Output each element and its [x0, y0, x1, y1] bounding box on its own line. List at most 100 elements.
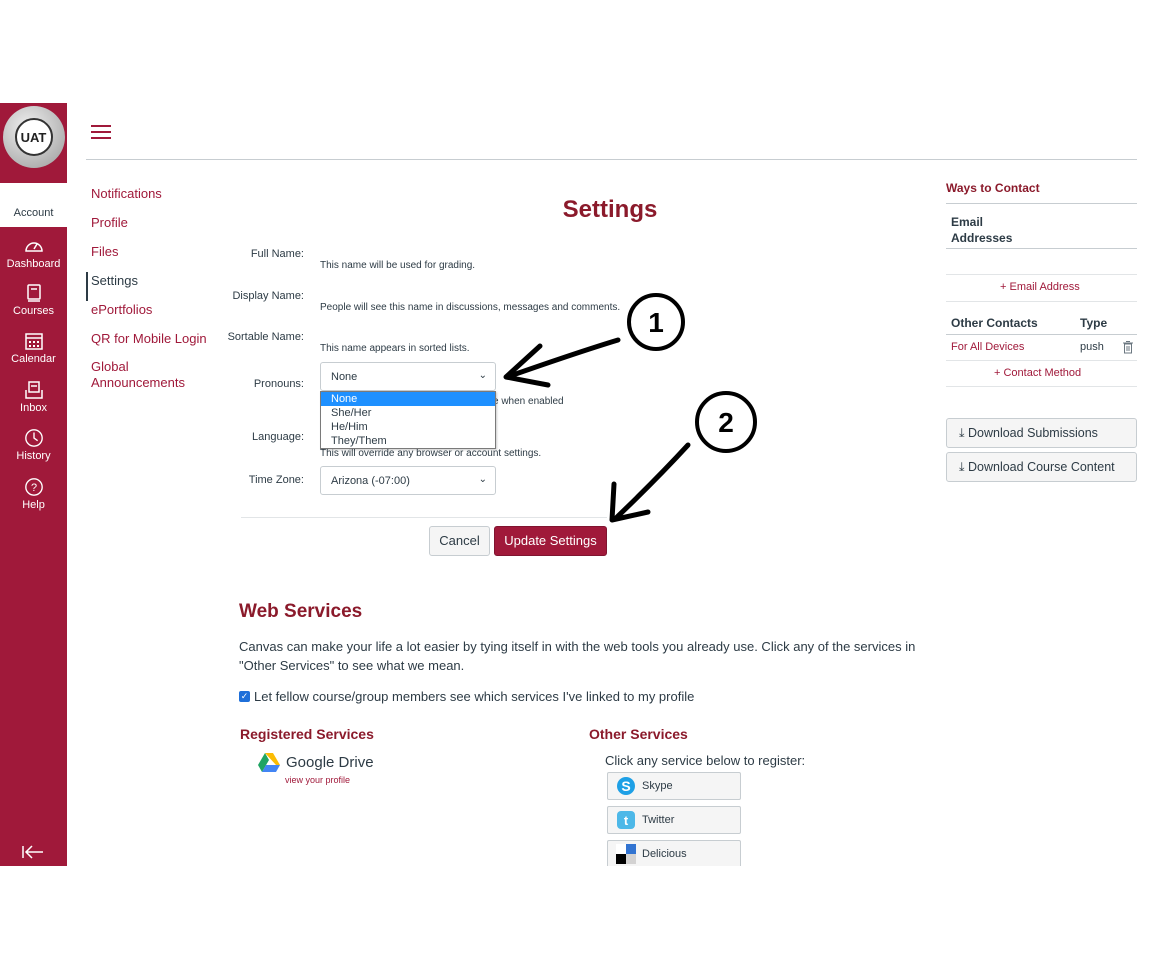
services-list-clip: Delicious [600, 836, 750, 866]
delete-contact-button[interactable] [1122, 341, 1134, 359]
help-icon: ? [24, 478, 43, 496]
google-drive-icon [258, 753, 280, 772]
add-contact-method-label: Contact Method [1003, 367, 1082, 379]
time-zone-select-value: Arizona (-07:00) [331, 475, 410, 487]
update-settings-button[interactable]: Update Settings [494, 526, 607, 556]
uat-logo[interactable]: UAT [0, 103, 67, 171]
divider [946, 274, 1137, 275]
annotation-arrow-2 [609, 442, 691, 523]
pronouns-hint: e when enabled [493, 396, 564, 407]
time-zone-select[interactable]: Arizona (-07:00) ⌄ [320, 466, 496, 495]
chevron-down-icon: ⌄ [478, 474, 487, 485]
subnav-files[interactable]: Files [86, 243, 226, 272]
skype-label: Skype [642, 780, 673, 792]
svg-text:S: S [621, 778, 630, 794]
service-twitter-button[interactable]: t Twitter [607, 806, 741, 834]
skype-icon: S [616, 776, 636, 796]
share-services-checkbox[interactable]: ✓ [239, 691, 250, 702]
pronouns-select-value: None [331, 371, 358, 383]
global-nav: UAT Account Dashboard Courses Calendar I… [0, 103, 67, 866]
nav-account-label: Account [13, 207, 54, 219]
nav-courses[interactable]: Courses [0, 283, 67, 317]
sortable-name-label: Sortable Name: [227, 331, 304, 343]
cancel-button[interactable]: Cancel [429, 526, 490, 556]
divider [946, 334, 1137, 335]
add-email-address-link[interactable]: + Email Address [1000, 281, 1080, 293]
download-icon: ⤓ [959, 426, 968, 440]
pronouns-option-she-her[interactable]: She/Her [321, 406, 495, 420]
chevron-down-icon: ⌄ [478, 370, 487, 381]
svg-text:?: ? [30, 482, 36, 494]
nav-inbox[interactable]: Inbox [0, 380, 67, 414]
language-hint: This will override any browser or accoun… [320, 448, 542, 459]
divider [946, 301, 1137, 302]
hamburger-menu-button[interactable] [91, 125, 111, 139]
subnav-notifications[interactable]: Notifications [86, 185, 226, 214]
delicious-icon [616, 844, 636, 864]
view-profile-link[interactable]: view your profile [285, 775, 350, 785]
full-name-label: Full Name: [250, 248, 304, 260]
other-contacts-header: Other Contacts [951, 316, 1038, 330]
annotation-number-2: 2 [718, 407, 734, 438]
nav-dashboard[interactable]: Dashboard [0, 236, 67, 270]
ways-to-contact-title: Ways to Contact [946, 181, 1040, 195]
subnav-profile[interactable]: Profile [86, 214, 226, 243]
hamburger-icon-line [91, 137, 111, 139]
share-services-checkbox-row[interactable]: ✓ Let fellow course/group members see wh… [239, 689, 694, 704]
divider [946, 203, 1137, 204]
email-addresses-header: Email Addresses [951, 215, 1013, 245]
courses-icon [26, 284, 41, 302]
download-course-content-label: Download Course Content [968, 460, 1115, 474]
pronouns-option-he-him[interactable]: He/Him [321, 420, 495, 434]
display-name-label: Display Name: [232, 290, 304, 302]
nav-account[interactable]: Account [0, 183, 67, 227]
form-divider [241, 517, 607, 518]
pronouns-option-they-them[interactable]: They/Them [321, 434, 495, 448]
pronouns-option-none[interactable]: None [321, 392, 495, 406]
registered-services-title: Registered Services [240, 726, 374, 742]
account-subnav: Notifications Profile Files Settings ePo… [86, 185, 226, 390]
download-icon: ⤓ [959, 460, 968, 474]
twitter-label: Twitter [642, 814, 675, 826]
pronouns-select[interactable]: None ⌄ [320, 362, 496, 391]
google-drive-name: Google Drive [286, 753, 374, 771]
contact-type: push [1080, 341, 1104, 353]
logo-text: UAT [14, 118, 53, 156]
annotation-marker-1: 1 [627, 293, 685, 351]
logo-seal: UAT [2, 106, 65, 168]
time-zone-label: Time Zone: [248, 474, 304, 486]
nav-history-label: History [16, 450, 51, 462]
language-label: Language: [252, 431, 304, 443]
calendar-icon [24, 333, 43, 350]
service-delicious-button[interactable]: Delicious [607, 840, 741, 866]
collapse-nav-icon [22, 845, 43, 859]
subnav-qr-mobile-login[interactable]: QR for Mobile Login [86, 330, 226, 359]
subnav-global-announcements[interactable]: Global Announcements [86, 359, 196, 390]
annotation-number-1: 1 [648, 307, 664, 338]
download-submissions-label: Download Submissions [968, 426, 1098, 440]
pronouns-dropdown-list: None She/Her He/Him They/Them [320, 391, 496, 449]
page-title: Settings [562, 196, 658, 223]
other-services-title: Other Services [589, 726, 688, 742]
download-submissions-button[interactable]: ⤓ Download Submissions [946, 418, 1137, 448]
nav-history[interactable]: History [0, 428, 67, 462]
nav-help[interactable]: ? Help [0, 477, 67, 511]
header-divider [86, 159, 1137, 160]
annotation-overlay: 1 2 [503, 293, 757, 523]
service-skype-button[interactable]: S Skype [607, 772, 741, 800]
hamburger-icon-line [91, 125, 111, 127]
full-name-hint: This name will be used for grading. [320, 260, 476, 271]
add-contact-method-link[interactable]: + Contact Method [994, 367, 1081, 379]
subnav-eportfolios[interactable]: ePortfolios [86, 301, 226, 330]
divider [946, 248, 1137, 249]
collapse-nav-button[interactable] [22, 845, 44, 864]
contact-for-all-devices-link[interactable]: For All Devices [951, 341, 1024, 353]
display-name-hint: People will see this name in discussions… [320, 302, 621, 313]
nav-calendar[interactable]: Calendar [0, 331, 67, 365]
other-services-hint: Click any service below to register: [605, 753, 806, 768]
svg-text:t: t [624, 813, 629, 828]
nav-dashboard-label: Dashboard [6, 258, 61, 270]
download-course-content-button[interactable]: ⤓ Download Course Content [946, 452, 1137, 482]
subnav-settings[interactable]: Settings [86, 272, 226, 301]
hamburger-icon-line [91, 131, 111, 133]
